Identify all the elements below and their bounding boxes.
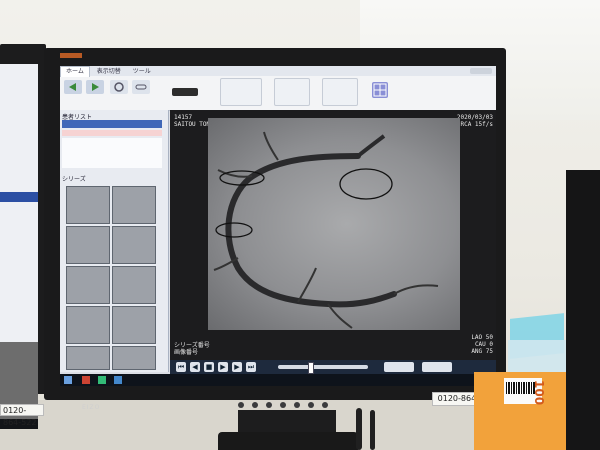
- ribbon-toolbar: ホーム 表示切替 ツール: [60, 66, 496, 111]
- patient-row-selected[interactable]: [62, 130, 162, 136]
- monitor-brand-logo: EIZO: [82, 404, 101, 411]
- ribbon-tabs: ホーム 表示切替 ツール: [60, 66, 496, 77]
- speed-selector[interactable]: [384, 362, 414, 372]
- link-icon[interactable]: [132, 80, 150, 94]
- window-controls[interactable]: [470, 68, 492, 74]
- status-field: [172, 88, 198, 96]
- overlay-lao: LAO 50: [471, 334, 493, 341]
- series-thumbnail[interactable]: [112, 346, 156, 370]
- overlay-series: RCA 15f/s: [460, 121, 493, 128]
- monitor-button[interactable]: [280, 402, 286, 408]
- series-thumbnail[interactable]: [112, 306, 156, 344]
- left-monitor-screen: [0, 64, 38, 364]
- overlay-ang: ANG 75: [471, 348, 493, 355]
- tab-tools[interactable]: ツール: [128, 67, 156, 77]
- start-icon[interactable]: [64, 376, 72, 384]
- series-thumbnail[interactable]: [66, 186, 110, 224]
- monitor-stand-base: [218, 432, 358, 450]
- taskbar-app-icon[interactable]: [98, 376, 106, 384]
- box-count: 100: [532, 380, 546, 406]
- tab-view[interactable]: 表示切替: [92, 67, 126, 77]
- taskbar-app-icon[interactable]: [114, 376, 122, 384]
- refresh-icon[interactable]: [110, 80, 128, 94]
- angiogram-image: [208, 118, 460, 330]
- left-monitor: [0, 44, 46, 429]
- cable: [356, 408, 362, 450]
- playback-controls: ⏮ ◀ ■ ▶ ▶ ⏭: [170, 360, 496, 374]
- right-monitor-edge: [566, 170, 600, 450]
- prev-frame-icon[interactable]: ◀: [190, 362, 200, 372]
- patient-list-header: [62, 120, 162, 128]
- overlay-cau: CAU 0: [474, 341, 493, 348]
- taskbar-app-icon[interactable]: [82, 376, 90, 384]
- cable: [370, 410, 375, 450]
- series-thumbnail[interactable]: [66, 266, 110, 304]
- series-thumbnail[interactable]: [66, 306, 110, 344]
- tab-home[interactable]: ホーム: [60, 66, 90, 77]
- series-title: シリーズ: [62, 176, 86, 183]
- windows-taskbar: [60, 374, 496, 386]
- monitor-button[interactable]: [252, 402, 258, 408]
- main-monitor-screen: ホーム 表示切替 ツール 患者リスト シリーズ 14157 SAITOU TOM…: [60, 66, 496, 386]
- first-frame-icon[interactable]: ⏮: [176, 362, 186, 372]
- coronary-vessels: [213, 131, 439, 329]
- monitor-button[interactable]: [238, 402, 244, 408]
- monitor-button[interactable]: [266, 402, 272, 408]
- series-thumbnail[interactable]: [112, 266, 156, 304]
- series-thumbnail[interactable]: [66, 226, 110, 264]
- patient-list-body: [62, 138, 162, 168]
- play-icon[interactable]: ▶: [218, 362, 228, 372]
- series-thumbnail[interactable]: [112, 186, 156, 224]
- left-monitor-sticker: 0120-864-522: [0, 404, 44, 427]
- tool-group-1[interactable]: [220, 78, 262, 106]
- sidebar: 患者リスト シリーズ: [60, 110, 169, 372]
- overlay-date: 2020/03/03: [456, 114, 493, 121]
- series-thumbnail[interactable]: [66, 346, 110, 370]
- tool-group-3[interactable]: [322, 78, 358, 106]
- plastic-container: [508, 340, 566, 374]
- series-thumbnail[interactable]: [112, 226, 156, 264]
- supply-box: 100: [474, 372, 566, 450]
- last-frame-icon[interactable]: ⏭: [246, 362, 256, 372]
- overlay-series-label: シリーズ番号: [174, 342, 210, 349]
- monitor-button[interactable]: [322, 402, 328, 408]
- overlay-image-label: 画像番号: [174, 349, 199, 356]
- frame-slider[interactable]: [278, 362, 368, 374]
- back-arrow-icon[interactable]: [64, 80, 82, 94]
- monitor-label-tag: [60, 53, 82, 58]
- forward-arrow-icon[interactable]: [86, 80, 104, 94]
- loop-selector[interactable]: [422, 362, 452, 372]
- monitor-button[interactable]: [308, 402, 314, 408]
- stop-icon[interactable]: ■: [204, 362, 214, 372]
- tool-group-2[interactable]: [274, 78, 310, 106]
- angiogram-viewer[interactable]: 14157 SAITOU TOMO 2020/03/03 RCA 15f/s シ…: [170, 110, 496, 360]
- left-monitor-header-band: [0, 192, 38, 202]
- grid-icon[interactable]: [372, 82, 388, 98]
- monitor-button[interactable]: [294, 402, 300, 408]
- frame-slider-handle[interactable]: [308, 362, 314, 374]
- next-frame-icon[interactable]: ▶: [232, 362, 242, 372]
